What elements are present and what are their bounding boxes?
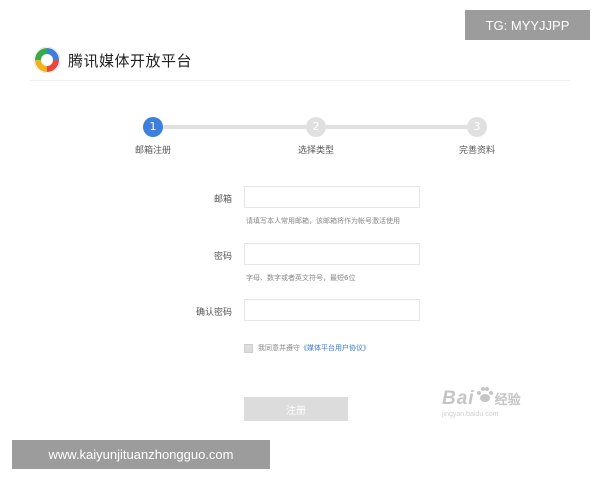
progress-line-2 <box>326 125 467 129</box>
page-header: 腾讯媒体开放平台 <box>32 44 192 76</box>
brand-title: 腾讯媒体开放平台 <box>68 51 193 70</box>
step-2-label: 选择类型 <box>297 146 335 156</box>
email-field[interactable] <box>244 186 420 208</box>
watermark-logo-text: Bai <box>442 388 475 409</box>
step-1-circle: 1 <box>143 117 163 137</box>
user-agreement-link[interactable]: 《媒体平台用户协议》 <box>300 343 370 353</box>
paw-icon <box>476 387 493 402</box>
step-1-label: 邮箱注册 <box>134 146 172 156</box>
password-label: 密码 <box>213 252 232 262</box>
baidu-jingyan-watermark: Bai 经验 jingyan.baidu.com <box>442 386 521 418</box>
tencent-media-logo-icon <box>33 46 61 74</box>
confirm-password-field[interactable] <box>244 299 420 321</box>
password-field[interactable] <box>244 243 420 265</box>
url-watermark-banner: www.kaiyunjituanzhongguo.com <box>12 440 270 469</box>
registration-progress: 1 2 3 邮箱注册 选择类型 完善资料 <box>0 114 600 162</box>
agreement-checkbox[interactable] <box>244 343 253 353</box>
agreement-prefix: 我同意并遵守 <box>258 344 300 352</box>
step-3-label: 完善资料 <box>458 146 496 156</box>
progress-line-1 <box>163 125 306 129</box>
step-3-circle: 3 <box>467 117 487 137</box>
step-2-circle: 2 <box>306 117 326 137</box>
agreement-row: 我同意并遵守 《媒体平台用户协议》 <box>244 343 370 353</box>
confirm-password-label: 确认密码 <box>195 308 232 318</box>
register-button[interactable]: 注册 <box>244 397 348 421</box>
email-hint: 请填写本人常用邮箱，该邮箱将作为帐号激活使用 <box>246 217 400 225</box>
email-label: 邮箱 <box>213 195 232 205</box>
tg-watermark-badge: TG: MYYJJPP <box>465 10 590 40</box>
watermark-subtext: jingyan.baidu.com <box>442 411 499 418</box>
watermark-logo-suffix: 经验 <box>494 392 521 407</box>
header-divider <box>30 80 570 81</box>
password-hint: 字母、数字或者英文符号，最短6位 <box>246 274 356 282</box>
